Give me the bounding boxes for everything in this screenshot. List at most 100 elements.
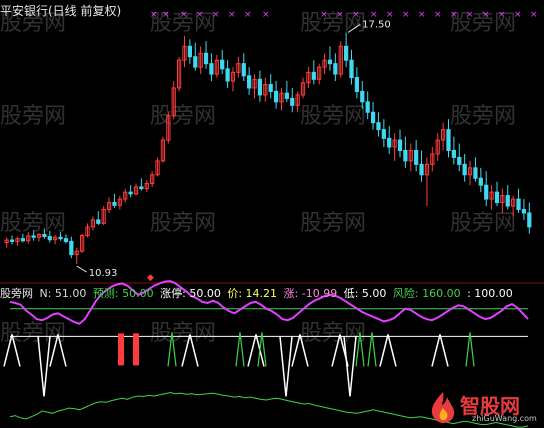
indicator-tail: : 100.00 [467,287,513,300]
candle-body [284,92,289,99]
candle-body [225,68,230,82]
candle-body [494,191,500,204]
watermark-text: 股旁网 [0,104,66,129]
spike-white-down [279,336,293,397]
indicator-zt: 涨停: 50.00 [160,287,221,300]
indicator-n: N: 51.00 [39,287,87,300]
price-annotations: 17.50 10.93 [76,19,391,279]
candle-body [521,209,527,214]
flame-icon [431,392,455,423]
candle-body [257,78,263,96]
spike-green [367,332,377,367]
signal-marker: × [450,10,458,20]
chart-title: 平安银行(日线 前复权) [0,4,122,18]
high-label: 17.50 [362,19,391,30]
watermark-text: 股旁网 [450,211,516,236]
candle-body [333,63,338,75]
candle-body [47,236,52,241]
signal-marker: × [352,10,360,20]
candle-body [360,90,365,103]
candle-body [241,63,246,77]
candle-body [9,239,15,242]
signal-marker: × [434,10,442,20]
candle-body [451,149,456,158]
candle-body [457,156,462,165]
candle-body [381,129,386,139]
signal-marker: × [162,10,170,20]
low-label: 10.93 [89,268,118,279]
candle-body [31,235,36,238]
candle-body [247,75,252,89]
watermark-text: 股旁网 [300,211,366,236]
stock-chart: 股旁网 股旁网 股旁网 股旁网股旁网 股旁网 股旁网 股旁网股旁网 股旁网 股旁网 股旁网股旁网股… [0,10,544,428]
indicator-name: 股旁网 [0,287,33,300]
candle-body [403,149,408,162]
candle-body [414,149,419,165]
signal-bar-red [118,333,124,366]
signal-marker: × [498,10,506,20]
signal-marker: × [228,10,236,20]
indicator-change: 涨: -10.99 [283,287,338,300]
indicator-price: 价: 14.21 [227,287,278,300]
signal-bar-red [133,333,139,366]
candle-body [462,163,467,176]
watermark-text: 股旁网 [300,104,366,129]
candle-body [273,90,279,103]
spike-white [431,334,449,367]
signal-marker: × [262,10,270,20]
signal-marker: × [402,10,410,20]
logo-subtext: zhiGuWang.com [472,414,537,423]
indicator-bar: 股旁网 N: 51.00 预测: 50.00 涨停: 50.00 价: 14.2… [0,285,516,301]
candle-body [20,238,25,242]
candle-body [527,212,532,228]
candle-body [69,240,74,256]
indicator-risk: 风险: 160.00 [392,287,461,300]
candle-body [290,97,295,106]
candle-body [139,186,144,190]
candle-body [220,59,225,70]
candle-body [397,139,403,151]
candle-body [268,84,273,92]
site-logo: 智股网 zhiGuWang.com [428,390,538,426]
candle-body [58,236,63,240]
spike-green [235,332,245,367]
candle-body [387,137,392,148]
candle-body [446,129,451,151]
watermark-text: 股旁网 [150,104,216,129]
signal-marker: × [196,10,204,20]
candle-body [209,63,214,75]
candle-body [187,45,192,58]
watermark-text: 股旁网 [150,321,216,346]
watermark-text: 股旁网 [150,211,216,236]
candle-body [516,198,521,210]
event-marker: ◆ [147,273,154,283]
indicator-pred: 预测: 50.00 [92,287,154,300]
candle-body [484,184,489,200]
candle-body [327,59,333,65]
candle-body [63,238,69,242]
low-pointer [76,265,87,273]
spike-white [379,334,397,367]
signal-marker: × [150,10,158,20]
candle-body [349,59,354,79]
candle-body [203,52,209,65]
signal-marker: × [320,10,328,20]
candle-body [42,234,47,238]
candle-body [419,163,424,176]
candle-body [311,71,316,80]
signal-marker: × [336,10,344,20]
candle-body [354,77,360,92]
candle-body [370,111,376,124]
watermark-text: 股旁网 [450,104,516,129]
signal-marker: × [530,10,538,20]
signal-marker: × [514,10,522,20]
watermark-text: 股旁网 [0,211,66,236]
candle-body [128,191,133,195]
candle-body [478,177,483,186]
signal-marker: × [180,10,188,20]
candle-body [344,45,349,61]
candle-body [112,202,117,206]
signal-marker: × [418,10,426,20]
signal-marker: × [244,10,252,20]
candle-body [96,219,101,224]
